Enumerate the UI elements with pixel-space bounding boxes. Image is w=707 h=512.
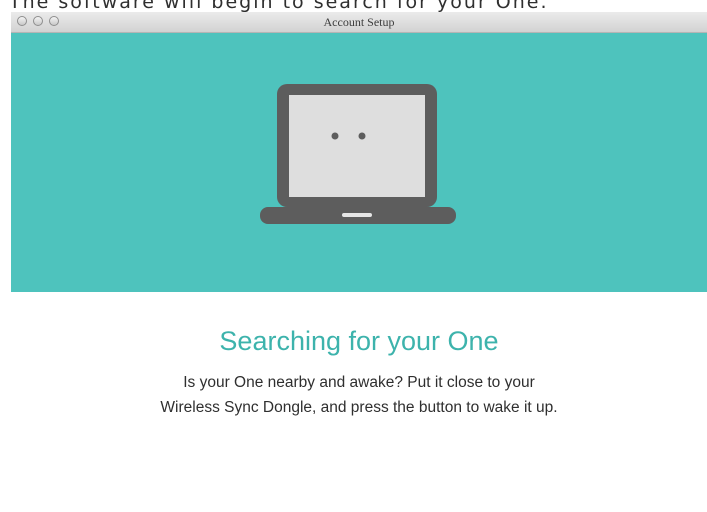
instructions-text: Is your One nearby and awake? Put it clo… [51,370,667,420]
account-setup-window: Account Setup Searching for your One Is … [11,12,707,512]
instructions-line-1: Is your One nearby and awake? Put it clo… [183,374,535,391]
content-panel: Searching for your One Is your One nearb… [11,292,707,512]
window-titlebar: Account Setup [11,12,707,33]
laptop-icon [260,84,456,224]
window-title: Account Setup [323,15,395,29]
hero-banner [11,33,707,292]
instructions-line-2: Wireless Sync Dongle, and press the butt… [160,399,558,416]
searching-heading: Searching for your One [219,326,499,356]
